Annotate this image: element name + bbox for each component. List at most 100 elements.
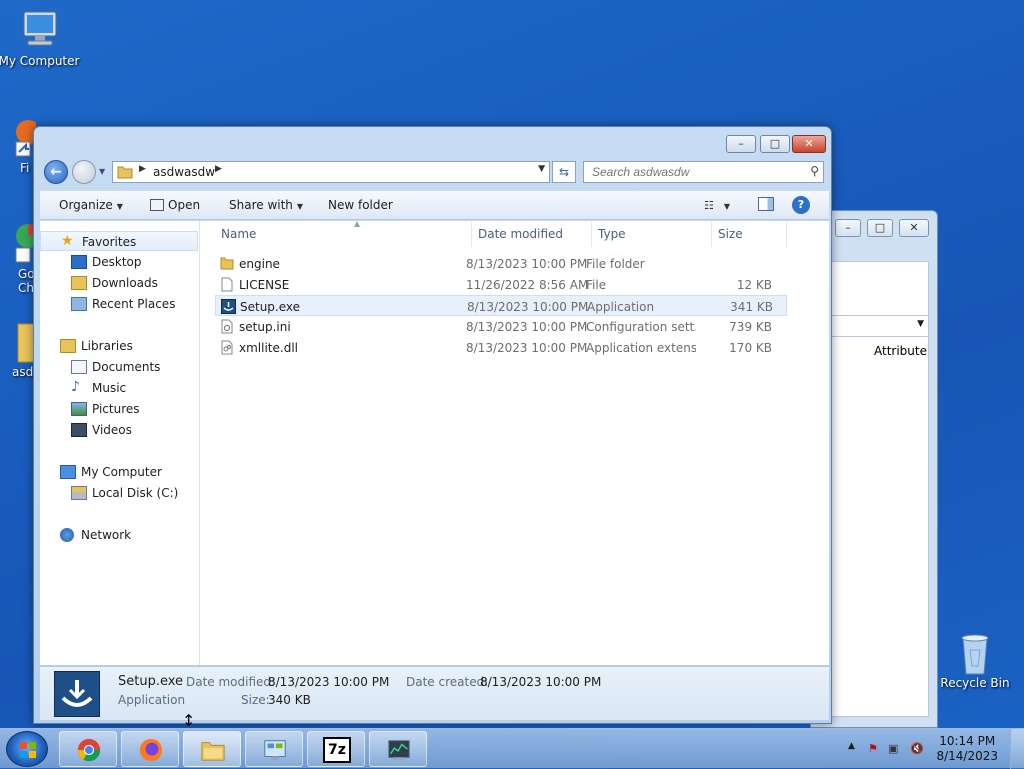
preview-pane-icon: [758, 197, 774, 211]
new-folder-button[interactable]: New folder: [328, 198, 393, 212]
forward-button[interactable]: [72, 160, 96, 184]
column-header-size[interactable]: Size: [712, 221, 787, 247]
address-bar[interactable]: ▶ asdwasdw ▶ ▼: [112, 161, 550, 183]
window-body: ★ Favorites Desktop Downloads Recent Pla…: [40, 219, 829, 665]
downloads-folder-icon: [71, 276, 87, 290]
details-file-name: Setup.exe: [118, 674, 184, 689]
chrome-icon: [77, 738, 101, 762]
column-header-name[interactable]: Name ▲: [215, 219, 472, 247]
nav-downloads[interactable]: Downloads: [40, 273, 198, 293]
chevron-down-icon: ▼: [296, 202, 304, 211]
computer-icon: [17, 8, 61, 52]
nav-local-disk[interactable]: Local Disk (C:): [40, 483, 198, 503]
minimize-button[interactable]: –: [726, 135, 756, 153]
search-icon[interactable]: ⚲: [810, 164, 819, 178]
setup-app-icon: [221, 299, 236, 314]
sort-ascending-icon: ▲: [354, 219, 361, 228]
desktop-icon-recycle-bin[interactable]: Recycle Bin: [933, 630, 1017, 690]
details-date-created: 8/13/2023 10:00 PM: [480, 675, 602, 689]
clock-time: 10:14 PM: [939, 734, 996, 748]
help-icon: ?: [792, 196, 810, 214]
videos-icon: [71, 423, 87, 437]
chevron-right-icon[interactable]: ▶: [139, 164, 146, 174]
bg-dropdown[interactable]: ▼: [831, 315, 929, 337]
star-icon: ★: [61, 233, 74, 249]
taskbar-chrome[interactable]: [59, 731, 117, 767]
volume-muted-icon[interactable]: 🔇: [910, 742, 926, 756]
file-row-setup-ini[interactable]: setup.ini 8/13/2023 10:00 PM Configurati…: [215, 316, 787, 337]
nav-pictures[interactable]: Pictures: [40, 399, 198, 419]
open-icon: [150, 199, 164, 211]
bg-close-button[interactable]: ✕: [899, 219, 929, 237]
explorer-window[interactable]: – □ ✕ ← ▼ ▶ asdwasdw ▶ ▼ ⇆ ⚲ Organize▼ O…: [33, 126, 832, 724]
nav-music[interactable]: ♪ Music: [40, 378, 198, 398]
show-desktop-button[interactable]: [1010, 729, 1024, 769]
dll-file-icon: [220, 340, 234, 355]
desktop-icon: [71, 255, 87, 269]
bg-maximize-button[interactable]: □: [867, 219, 893, 237]
open-button[interactable]: Open: [150, 198, 200, 212]
task-manager-icon: [388, 740, 410, 761]
details-date-created-label: Date created:: [406, 675, 489, 689]
network-icon[interactable]: ▣: [888, 742, 904, 756]
file-row-license[interactable]: LICENSE 11/26/2022 8:56 AM File 12 KB: [215, 274, 787, 295]
search-input[interactable]: [590, 162, 800, 182]
clock[interactable]: 10:14 PM 8/14/2023: [936, 734, 998, 764]
folder-icon: [220, 256, 234, 271]
taskbar-control-panel[interactable]: [245, 731, 303, 767]
change-view-button[interactable]: ☷ ▼: [704, 198, 730, 212]
file-row-engine[interactable]: engine 8/13/2023 10:00 PM File folder: [215, 253, 787, 274]
pictures-icon: [71, 402, 87, 416]
taskbar-explorer[interactable]: [183, 731, 241, 767]
navigation-pane[interactable]: ★ Favorites Desktop Downloads Recent Pla…: [40, 221, 200, 665]
desktop-icon-partial-folder[interactable]: asd: [12, 320, 35, 379]
maximize-button[interactable]: □: [760, 135, 790, 153]
help-button[interactable]: ?: [792, 196, 810, 214]
file-icon: [220, 277, 234, 292]
taskbar-7zip[interactable]: 7z: [307, 731, 365, 767]
details-size-label: Size:: [241, 693, 270, 707]
explorer-icon: [201, 742, 225, 761]
preview-pane-button[interactable]: [758, 197, 774, 214]
taskbar-firefox[interactable]: [121, 731, 179, 767]
details-date-modified: 8/13/2023 10:00 PM: [268, 675, 390, 689]
bg-minimize-button[interactable]: –: [835, 219, 861, 237]
share-with-button[interactable]: Share with ▼: [229, 198, 303, 212]
taskbar-task-manager[interactable]: [369, 731, 427, 767]
nav-documents[interactable]: Documents: [40, 357, 198, 377]
nav-my-computer[interactable]: My Computer: [40, 462, 198, 482]
organize-button[interactable]: Organize ▼: [59, 198, 123, 212]
desktop-icon-my-computer[interactable]: My Computer: [0, 8, 81, 68]
show-hidden-icons-button[interactable]: ▲: [848, 741, 864, 755]
nav-desktop[interactable]: Desktop: [40, 252, 198, 272]
file-row-setup-exe[interactable]: Setup.exe 8/13/2023 10:00 PM Application…: [215, 295, 787, 316]
column-header-date-modified[interactable]: Date modified: [472, 221, 592, 247]
back-button[interactable]: ←: [44, 160, 68, 184]
bg-column-header-attribute[interactable]: Attribute: [874, 344, 927, 358]
desktop-icon-label: Recycle Bin: [940, 676, 1010, 690]
taskbar: 7z ▲ ⚑ ▣ 🔇 10:14 PM 8/14/2023: [0, 728, 1024, 769]
breadcrumb-current[interactable]: asdwasdw: [153, 165, 215, 179]
refresh-button[interactable]: ⇆: [552, 161, 576, 183]
file-list[interactable]: Name ▲ Date modified Type Size engine 8/…: [201, 219, 829, 665]
address-dropdown-icon[interactable]: ▼: [538, 164, 545, 174]
nav-favorites[interactable]: ★ Favorites: [40, 231, 198, 251]
nav-network[interactable]: Network: [40, 525, 198, 545]
search-box[interactable]: ⚲: [583, 161, 824, 183]
7zip-icon: 7z: [323, 737, 351, 763]
recent-pages-dropdown[interactable]: ▼: [99, 167, 105, 176]
nav-recent-places[interactable]: Recent Places: [40, 294, 198, 314]
details-pane: Setup.exe Application Date modified: 8/1…: [40, 666, 829, 720]
nav-videos[interactable]: Videos: [40, 420, 198, 440]
action-center-icon[interactable]: ⚑: [868, 742, 884, 756]
details-date-modified-label: Date modified:: [186, 675, 276, 689]
close-button[interactable]: ✕: [792, 135, 826, 153]
command-bar: Organize ▼ Open Share with ▼ New folder ☷ ▼…: [40, 190, 829, 220]
column-header-type[interactable]: Type: [592, 221, 712, 247]
start-button[interactable]: [6, 731, 48, 767]
nav-libraries[interactable]: Libraries: [40, 336, 198, 356]
chevron-right-icon[interactable]: ▶: [215, 164, 222, 174]
folder-icon: [17, 323, 35, 363]
computer-icon: [60, 465, 76, 479]
file-row-xmllite-dll[interactable]: xmllite.dll 8/13/2023 10:00 PM Applicati…: [215, 337, 787, 358]
